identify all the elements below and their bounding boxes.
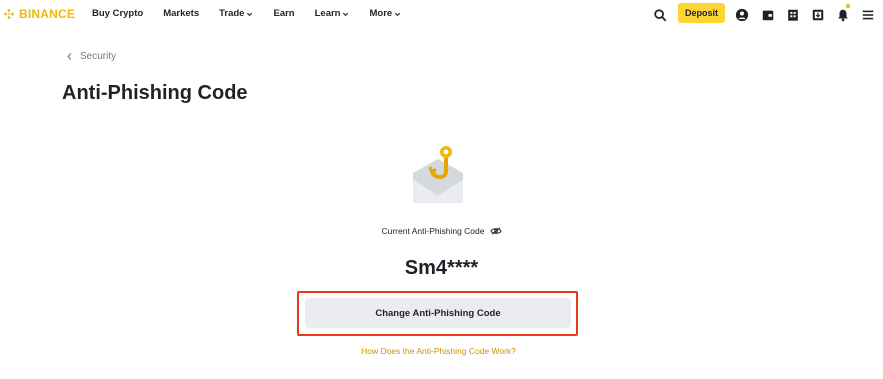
chevron-down-icon: [395, 12, 401, 16]
main-nav: Buy Crypto Markets Trade Earn Learn More: [92, 8, 421, 20]
user-icon[interactable]: [735, 8, 749, 22]
nav-item-label: Learn: [314, 8, 341, 19]
nav-item-label: Earn: [273, 8, 295, 19]
binance-logo[interactable]: BINANCE: [2, 7, 75, 21]
chevron-down-icon: [247, 12, 253, 16]
chevron-down-icon: [343, 12, 349, 16]
notification-bell-icon[interactable]: [836, 8, 850, 22]
how-it-works-link[interactable]: How Does the Anti-Phishing Code Work?: [0, 346, 877, 356]
current-code-label: Current Anti-Phishing Code: [381, 226, 485, 236]
brand-name: BINANCE: [19, 7, 76, 21]
nav-item-more[interactable]: More: [369, 8, 401, 20]
chevron-left-icon: [67, 52, 72, 61]
nav-item-label: Trade: [219, 8, 245, 19]
current-code-value: Sm4****: [404, 257, 479, 279]
nav-item-earn[interactable]: Earn: [273, 8, 294, 20]
anti-phishing-envelope-icon: [412, 146, 464, 203]
deposit-button[interactable]: Deposit: [678, 3, 725, 23]
binance-logo-icon: [3, 8, 15, 20]
change-anti-phishing-code-button[interactable]: Change Anti-Phishing Code: [305, 298, 571, 328]
notification-dot: [846, 4, 850, 8]
orders-icon[interactable]: [786, 8, 800, 22]
page-title: Anti-Phishing Code: [62, 82, 248, 104]
nav-item-learn[interactable]: Learn: [315, 8, 350, 20]
nav-item-trade[interactable]: Trade: [219, 8, 253, 20]
current-code-label-row: Current Anti-Phishing Code: [0, 226, 883, 236]
wallet-icon[interactable]: [761, 8, 775, 22]
nav-item-markets[interactable]: Markets: [163, 8, 199, 20]
nav-item-label: Buy Crypto: [92, 8, 144, 19]
eye-slash-icon[interactable]: [489, 226, 502, 236]
search-icon[interactable]: [653, 8, 667, 22]
breadcrumb-label: Security: [80, 51, 117, 62]
nav-item-label: More: [369, 8, 393, 19]
download-icon[interactable]: [811, 8, 825, 22]
nav-item-label: Markets: [163, 8, 200, 19]
breadcrumb-back-to-security[interactable]: Security: [66, 51, 116, 62]
menu-icon[interactable]: [861, 8, 875, 22]
top-navigation-bar: BINANCE Buy Crypto Markets Trade Earn Le…: [0, 0, 883, 30]
nav-item-buy-crypto[interactable]: Buy Crypto: [92, 8, 143, 20]
